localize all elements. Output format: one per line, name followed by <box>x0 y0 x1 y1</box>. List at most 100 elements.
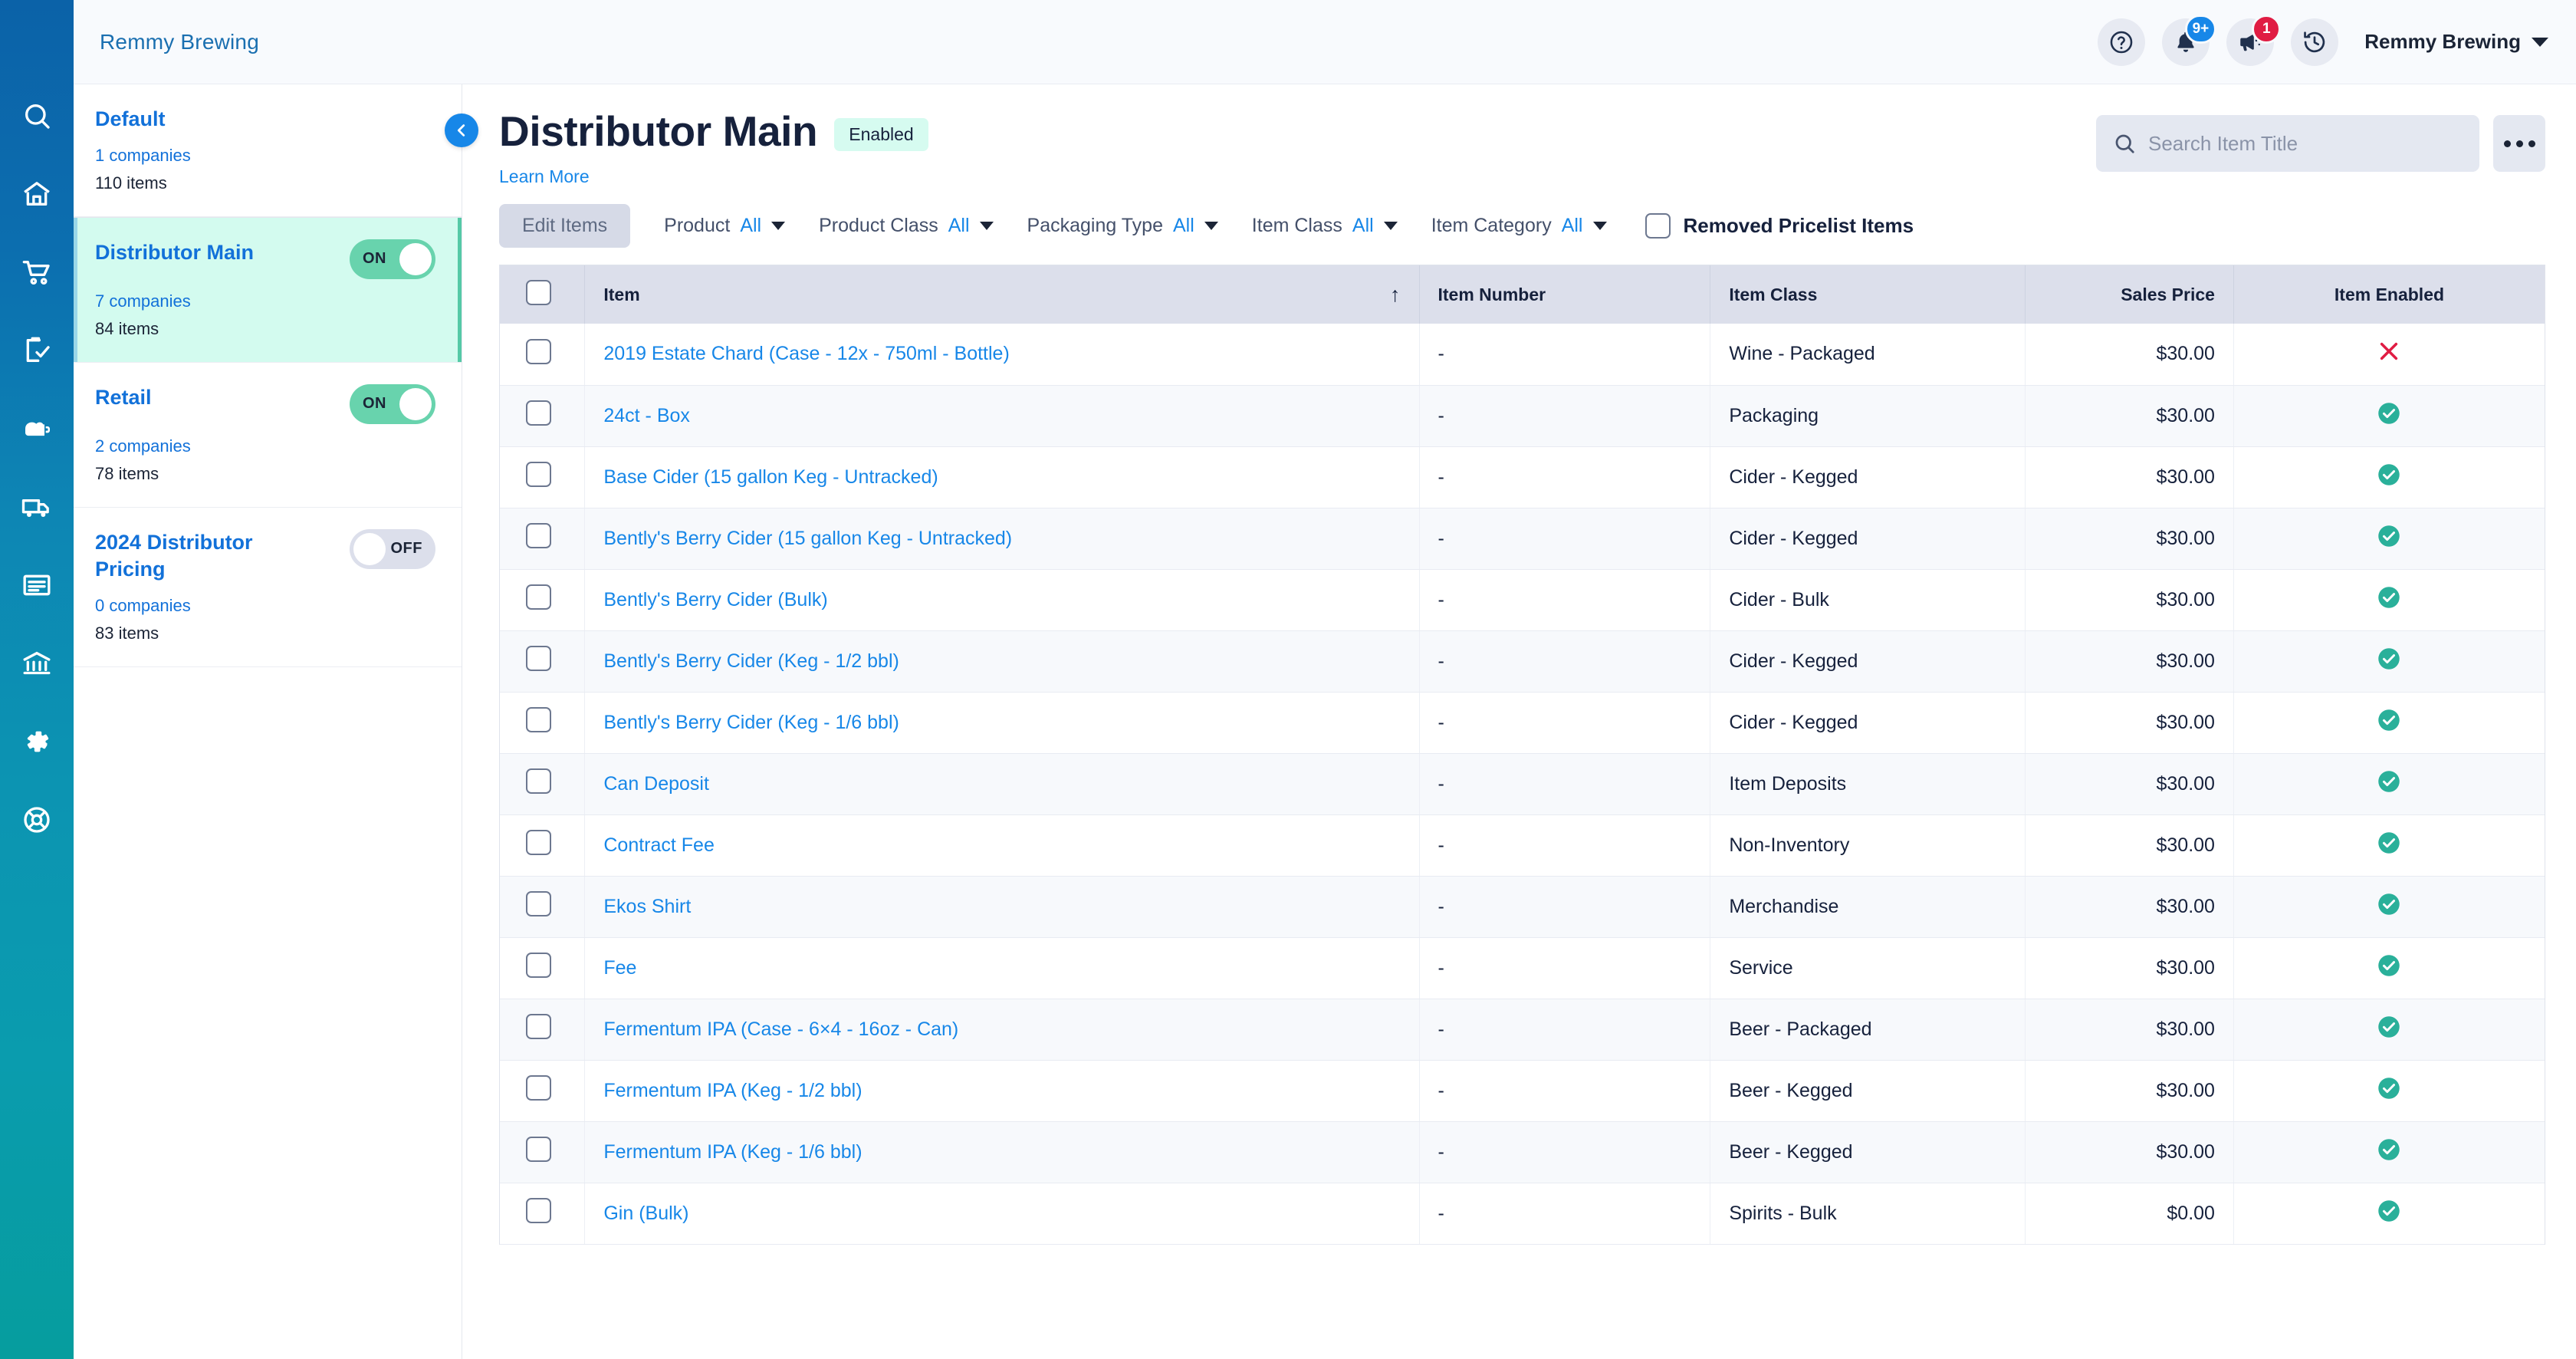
row-select-cell[interactable] <box>500 1121 586 1183</box>
pricelist-item-retail[interactable]: Retail ON 2 companies 78 items <box>74 362 462 508</box>
shopping-cart-icon[interactable] <box>0 233 74 311</box>
filter-product[interactable]: Product All <box>664 215 786 237</box>
item-link[interactable]: Gin (Bulk) <box>603 1203 688 1224</box>
item-link[interactable]: Contract Fee <box>603 834 715 856</box>
table-row[interactable]: Bently's Berry Cider (15 gallon Keg - Un… <box>500 508 2545 570</box>
table-row[interactable]: Contract Fee - Non-Inventory $30.00 <box>500 814 2545 877</box>
row-checkbox[interactable] <box>526 1014 551 1039</box>
item-link[interactable]: Fermentum IPA (Keg - 1/6 bbl) <box>603 1141 862 1163</box>
history-button[interactable] <box>2291 18 2339 66</box>
item-link[interactable]: Fermentum IPA (Keg - 1/2 bbl) <box>603 1080 862 1101</box>
removed-pricelist-items-toggle[interactable]: Removed Pricelist Items <box>1644 213 1914 239</box>
row-select-cell[interactable] <box>500 508 586 570</box>
select-all-checkbox[interactable] <box>526 279 551 305</box>
table-row[interactable]: 24ct - Box - Packaging $30.00 <box>500 385 2545 447</box>
row-select-cell[interactable] <box>500 753 586 815</box>
row-checkbox[interactable] <box>526 953 551 978</box>
pricelist-enabled-toggle[interactable]: ON <box>350 239 435 279</box>
item-link[interactable]: Can Deposit <box>603 773 709 795</box>
row-checkbox[interactable] <box>526 707 551 732</box>
row-checkbox[interactable] <box>526 1075 551 1101</box>
row-select-cell[interactable] <box>500 385 586 447</box>
collapse-panel-button[interactable] <box>445 114 478 147</box>
pricelist-enabled-toggle[interactable]: ON <box>350 383 435 424</box>
item-link[interactable]: Fermentum IPA (Case - 6×4 - 16oz - Can) <box>603 1018 958 1040</box>
filter-item-category[interactable]: Item Category All <box>1431 215 1607 237</box>
row-checkbox[interactable] <box>526 523 551 548</box>
help-button[interactable] <box>2098 18 2146 66</box>
item-link[interactable]: Bently's Berry Cider (15 gallon Keg - Un… <box>603 528 1012 549</box>
search-box[interactable] <box>2096 115 2479 172</box>
row-checkbox[interactable] <box>526 1198 551 1223</box>
announcements-button[interactable]: 1 <box>2226 14 2282 66</box>
row-checkbox[interactable] <box>526 830 551 855</box>
row-select-cell[interactable] <box>500 692 586 754</box>
row-checkbox[interactable] <box>526 768 551 794</box>
table-row[interactable]: Fermentum IPA (Case - 6×4 - 16oz - Can) -… <box>500 999 2545 1061</box>
pricelist-enabled-toggle[interactable]: OFF <box>350 528 435 569</box>
item-link[interactable]: Bently's Berry Cider (Keg - 1/6 bbl) <box>603 712 899 733</box>
gear-icon[interactable] <box>0 703 74 781</box>
table-row[interactable]: 2019 Estate Chard (Case - 12x - 750ml - … <box>500 324 2545 386</box>
select-all-header[interactable] <box>500 265 586 324</box>
table-row[interactable]: Gin (Bulk) - Spirits - Bulk $0.00 <box>500 1183 2545 1245</box>
row-checkbox[interactable] <box>526 462 551 487</box>
reports-icon[interactable] <box>0 546 74 624</box>
item-link[interactable]: Bently's Berry Cider (Bulk) <box>603 589 827 610</box>
row-select-cell[interactable] <box>500 324 586 386</box>
filter-packaging-type[interactable]: Packaging Type All <box>1027 215 1218 237</box>
user-menu[interactable]: Remmy Brewing <box>2364 30 2548 54</box>
item-link[interactable]: Base Cider (15 gallon Keg - Untracked) <box>603 466 938 488</box>
column-header-sales-price[interactable]: Sales Price <box>2025 265 2234 324</box>
pricelist-item-default[interactable]: Default 1 companies 110 items <box>74 84 462 217</box>
pricelist-item-distributor-main[interactable]: Distributor Main ON 7 companies 84 items <box>74 216 462 363</box>
item-link[interactable]: Ekos Shirt <box>603 896 691 917</box>
search-icon[interactable] <box>0 77 74 155</box>
table-row[interactable]: Fermentum IPA (Keg - 1/6 bbl) - Beer - Keg… <box>500 1121 2545 1183</box>
row-select-cell[interactable] <box>500 999 586 1061</box>
lifebuoy-support-icon[interactable] <box>0 781 74 859</box>
table-row[interactable]: Bently's Berry Cider (Bulk) - Cider - Bulk… <box>500 569 2545 631</box>
row-select-cell[interactable] <box>500 446 586 508</box>
row-select-cell[interactable] <box>500 1060 586 1122</box>
row-checkbox[interactable] <box>526 891 551 916</box>
column-header-item-number[interactable]: Item Number <box>1419 265 1711 324</box>
row-checkbox[interactable] <box>526 338 551 364</box>
item-link[interactable]: 2019 Estate Chard (Case - 12x - 750ml - … <box>603 343 1009 364</box>
item-link[interactable]: Bently's Berry Cider (Keg - 1/2 bbl) <box>603 650 899 672</box>
pricelist-item-2024-distributor-pricing[interactable]: 2024 Distributor Pricing OFF 0 companies… <box>74 507 462 667</box>
table-row[interactable]: Fermentum IPA (Keg - 1/2 bbl) - Beer - Keg… <box>500 1060 2545 1122</box>
clipboard-check-icon[interactable] <box>0 311 74 390</box>
more-options-button[interactable] <box>2493 115 2545 172</box>
brewing-kettle-icon[interactable] <box>0 390 74 468</box>
row-select-cell[interactable] <box>500 569 586 631</box>
filter-item-class[interactable]: Item Class All <box>1252 215 1398 237</box>
checkbox[interactable] <box>1644 213 1671 239</box>
item-link[interactable]: Fee <box>603 957 636 979</box>
table-row[interactable]: Bently's Berry Cider (Keg - 1/6 bbl) - Cid… <box>500 692 2545 754</box>
filter-product-class[interactable]: Product Class All <box>819 215 994 237</box>
table-row[interactable]: Bently's Berry Cider (Keg - 1/2 bbl) - Cid… <box>500 630 2545 693</box>
row-checkbox[interactable] <box>526 584 551 610</box>
edit-items-button[interactable]: Edit Items <box>499 204 631 248</box>
row-select-cell[interactable] <box>500 630 586 693</box>
row-select-cell[interactable] <box>500 937 586 999</box>
table-row[interactable]: Ekos Shirt - Merchandise $30.00 <box>500 876 2545 938</box>
table-row[interactable]: Base Cider (15 gallon Keg - Untracked) - C… <box>500 446 2545 508</box>
row-select-cell[interactable] <box>500 1183 586 1245</box>
home-icon[interactable] <box>0 155 74 233</box>
delivery-truck-icon[interactable] <box>0 468 74 546</box>
row-select-cell[interactable] <box>500 876 586 938</box>
search-input[interactable] <box>2148 131 2463 156</box>
row-checkbox[interactable] <box>526 646 551 671</box>
table-row[interactable]: Can Deposit - Item Deposits $30.00 <box>500 753 2545 815</box>
row-select-cell[interactable] <box>500 814 586 877</box>
notifications-button[interactable]: 9+ <box>2162 14 2217 66</box>
row-checkbox[interactable] <box>526 400 551 426</box>
column-header-item-class[interactable]: Item Class <box>1710 265 2026 324</box>
item-link[interactable]: 24ct - Box <box>603 405 690 426</box>
row-checkbox[interactable] <box>526 1137 551 1162</box>
column-header-item[interactable]: Item ↑ <box>584 265 1420 324</box>
bank-icon[interactable] <box>0 624 74 703</box>
column-header-item-enabled[interactable]: Item Enabled <box>2233 265 2545 324</box>
